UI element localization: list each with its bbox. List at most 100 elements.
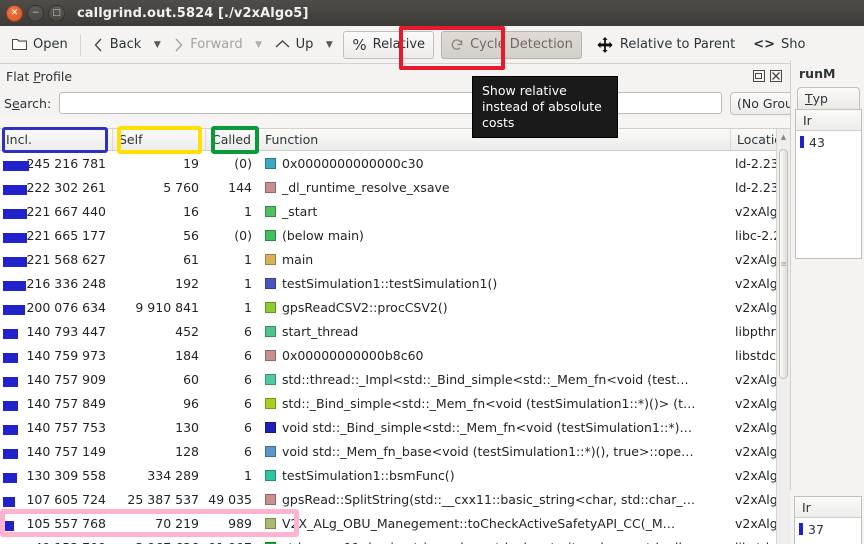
cell-self: 70 219 (113, 516, 206, 531)
table-row[interactable]: 221 667 440 16 1 _start v2xAlgo5 (0, 199, 790, 223)
cell-self: 128 (113, 444, 206, 459)
cell-called: 1 (206, 468, 259, 483)
relative-toggle-button[interactable]: % Relative (343, 30, 435, 59)
called-value: 49 035 (208, 491, 252, 507)
right-column-header-ir[interactable]: Ir (796, 110, 861, 131)
incl-cost-bar (3, 280, 26, 291)
table-row[interactable]: 221 568 627 61 1 main v2xAlgo5 (0, 247, 790, 271)
search-input[interactable] (59, 92, 722, 114)
cell-function: start_thread (259, 324, 731, 339)
up-dropdown-button[interactable]: ▼ (321, 32, 337, 58)
up-button[interactable]: Up (267, 31, 322, 59)
self-value: 3 967 636 (135, 540, 199, 544)
cell-called: (0) (206, 228, 259, 243)
right-list-item-bottom[interactable]: 37 (795, 518, 861, 540)
table-row[interactable]: 140 757 753 130 6 void std::_Bind_simple<st… (0, 415, 790, 439)
table-row[interactable]: 107 605 724 25 387 537 49 035 gpsRead::Spli… (0, 487, 790, 511)
relative-to-parent-button[interactable]: Relative to Parent (588, 31, 743, 59)
code-brackets-icon: <> (753, 37, 776, 52)
cell-called: 6 (206, 372, 259, 387)
cell-called: (0) (206, 156, 259, 171)
called-value: 6 (244, 347, 252, 363)
cell-function: void std::_Bind_simple<std::_Mem_fn<void… (259, 420, 731, 435)
cell-called: 6 (206, 348, 259, 363)
table-row[interactable]: 105 557 768 70 219 989 V2X_ALg_OBU_Manegeme… (0, 511, 790, 535)
tab-types[interactable]: Typ (797, 87, 860, 109)
table-row[interactable]: 222 302 261 5 760 144 _dl_runtime_resolve_x… (0, 175, 790, 199)
forward-button[interactable]: Forward (165, 31, 250, 59)
incl-cost-bar (3, 328, 18, 339)
called-value: 1 (244, 467, 252, 483)
relative-to-parent-label: Relative to Parent (619, 37, 736, 52)
toolbar-separator (79, 33, 81, 56)
incl-value: 140 757 909 (26, 371, 106, 387)
right-column-header-ir-bottom[interactable]: Ir (795, 497, 861, 518)
function-color-swatch (265, 157, 276, 169)
table-row[interactable]: 221 665 17756(0)(below main)libc-2.23.s (0, 223, 790, 247)
up-label: Up (295, 37, 314, 52)
flat-profile-title: Flat Profile (6, 68, 73, 84)
right-list-item[interactable]: 43 (796, 131, 861, 153)
incl-value: 221 665 177 (26, 227, 106, 243)
table-vertical-scrollbar[interactable]: ▲ (776, 129, 790, 544)
called-value: 1 (244, 203, 252, 219)
cell-called: 6 (206, 420, 259, 435)
column-header-self[interactable]: Self (113, 129, 206, 150)
close-icon[interactable] (770, 70, 782, 82)
cell-incl: 140 757 909 (0, 372, 113, 387)
function-color-swatch (265, 277, 276, 289)
cell-function: std::_Bind_simple<std::_Mem_fn<void (tes… (259, 396, 731, 411)
column-header-incl[interactable]: Incl. (0, 129, 113, 150)
table-row[interactable]: 140 793 4474526start_threadlibpthread (0, 319, 790, 343)
cell-self: 5 760 (113, 180, 206, 195)
table-row[interactable]: 140 757 849 96 6 std::_Bind_simple<std::_Me… (0, 391, 790, 415)
back-button[interactable]: Back (85, 31, 150, 59)
maximize-button[interactable]: □ (48, 4, 65, 22)
column-header-called[interactable]: Called (206, 129, 259, 150)
incl-value: 245 216 781 (26, 155, 106, 171)
forward-dropdown-button[interactable]: ▼ (251, 32, 267, 58)
function-color-swatch (265, 517, 276, 529)
cell-function: 0x00000000000b8c60 (259, 348, 731, 363)
back-dropdown-button[interactable]: ▼ (149, 32, 165, 58)
scrollbar-thumb[interactable] (779, 149, 788, 379)
function-color-swatch (265, 301, 276, 313)
right-detail-panel-bottom: Ir 37 (790, 490, 864, 544)
cell-called: 1 (206, 204, 259, 219)
table-row[interactable]: 130 309 558 334 289 1 testSimulation1::bsmF… (0, 463, 790, 487)
scroll-up-icon[interactable]: ▲ (779, 131, 788, 143)
incl-cost-bar (3, 400, 18, 411)
function-color-swatch (265, 205, 276, 217)
cell-self: 56 (113, 228, 206, 243)
show-label: Sho (781, 37, 806, 52)
search-label: Search: (4, 95, 52, 111)
show-button[interactable]: <> Sho (745, 31, 813, 59)
table-row[interactable]: 200 076 634 9 910 841 1 gpsReadCSV2::procCS… (0, 295, 790, 319)
flat-profile-dock-header: Flat Profile (0, 64, 864, 88)
close-button[interactable]: ✕ (6, 4, 23, 22)
minimize-button[interactable]: − (27, 4, 44, 22)
self-value: 452 (175, 323, 199, 339)
function-color-swatch (265, 373, 276, 385)
cycle-detection-label: Cycle Detection (470, 37, 573, 52)
incl-cost-bar (3, 472, 17, 483)
cycle-icon (450, 38, 464, 52)
function-color-swatch (265, 181, 276, 193)
open-button[interactable]: Open (4, 31, 76, 59)
table-row[interactable]: 216 336 248 192 1 testSimulation1::testSimu… (0, 271, 790, 295)
table-row[interactable]: 49 153 709 3 967 636 991 907 std::__cxx11::… (0, 535, 790, 544)
table-row[interactable]: 140 757 909 60 6 std::thread::_Impl<std::_B… (0, 367, 790, 391)
incl-value: 105 557 768 (26, 515, 106, 531)
incl-cost-bar (3, 160, 29, 171)
cell-self: 19 (113, 156, 206, 171)
incl-cost-bar (3, 184, 27, 195)
table-row[interactable]: 140 759 973 184 6 0x00000000000b8c60 libstdc… (0, 343, 790, 367)
table-row[interactable]: 245 216 781 19 (0) 0x0000000000000c30 ld-2.2… (0, 151, 790, 175)
table-row[interactable]: 140 757 149 128 6 void std::_Mem_fn_base<vo… (0, 439, 790, 463)
cycle-detection-button[interactable]: Cycle Detection (441, 30, 582, 59)
function-name: testSimulation1::testSimulation1() (282, 275, 498, 291)
function-color-swatch (265, 421, 276, 433)
cell-incl: 245 216 781 (0, 156, 113, 171)
undock-icon[interactable] (753, 70, 765, 82)
function-name: std::__cxx11::basic_string<char, std::ch… (282, 540, 702, 544)
